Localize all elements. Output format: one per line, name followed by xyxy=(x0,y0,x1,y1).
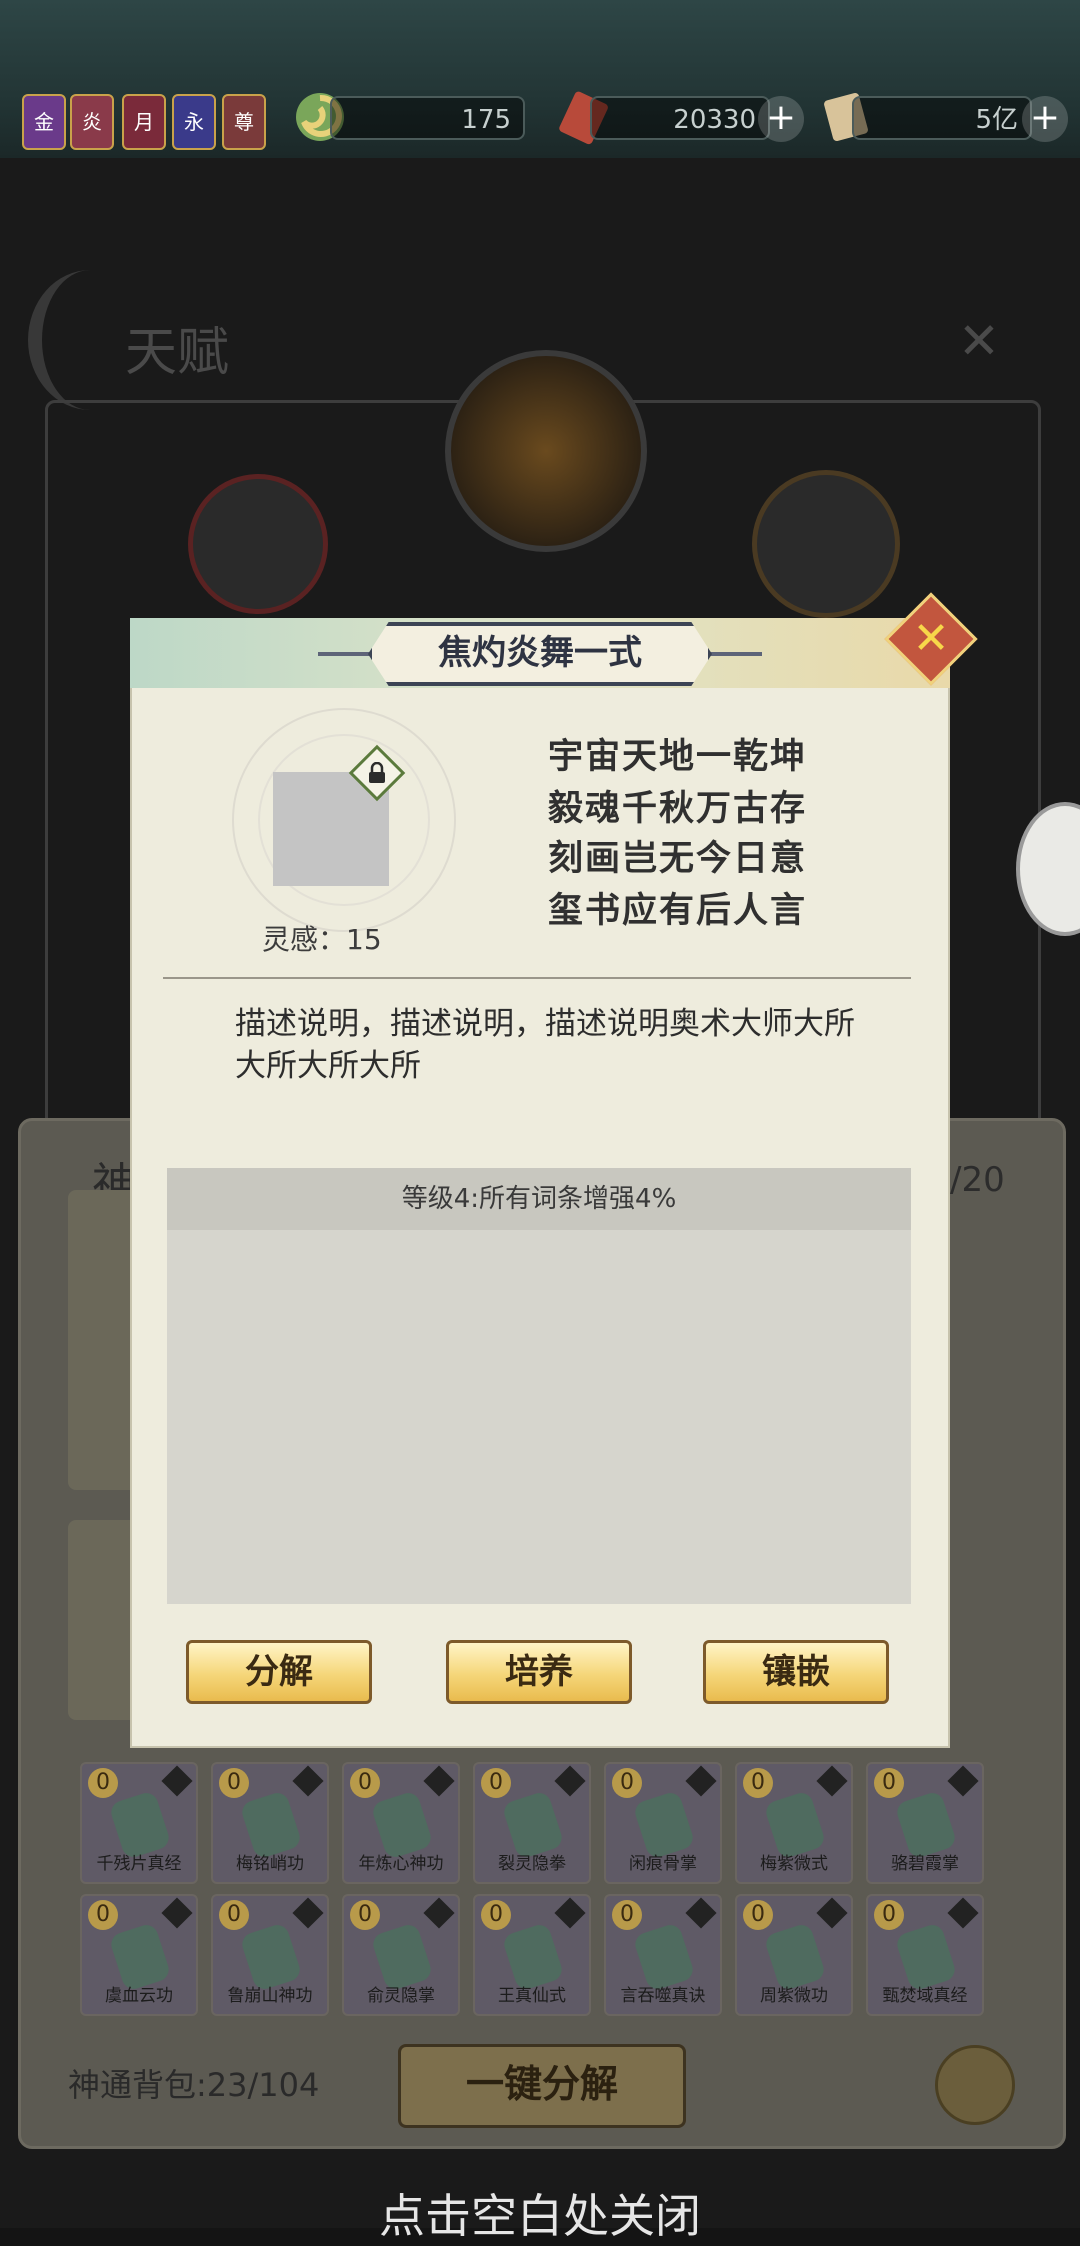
resource-jade-value: 175 xyxy=(330,96,525,140)
skill-card[interactable]: 0 王真仙式 xyxy=(473,1894,591,2016)
skill-card[interactable]: 0 闲痕骨掌 xyxy=(604,1762,722,1884)
skill-card[interactable]: 0 甄焚域真经 xyxy=(866,1894,984,2016)
skill-card[interactable]: 0 梅紫微式 xyxy=(735,1762,853,1884)
right-skill-orb[interactable] xyxy=(752,470,900,618)
card-count-badge: 0 xyxy=(350,1900,380,1930)
card-name: 甄焚域真经 xyxy=(882,1986,968,2006)
vip-badge-month[interactable]: 月 xyxy=(122,94,166,150)
inspiration-value: 灵感：15 xyxy=(262,923,382,956)
card-name: 梅铭峭功 xyxy=(236,1854,304,1874)
skill-card[interactable]: 0 周紫微功 xyxy=(735,1894,853,2016)
skill-card[interactable]: 0 言吞噬真诀 xyxy=(604,1894,722,2016)
card-lock-icon xyxy=(161,1897,193,1929)
card-count-badge: 0 xyxy=(219,1900,249,1930)
card-name: 年炼心神功 xyxy=(358,1854,444,1874)
card-lock-icon xyxy=(554,1897,586,1929)
card-count-badge: 0 xyxy=(874,1900,904,1930)
decompose-all-button[interactable]: 一键分解 xyxy=(398,2044,686,2128)
card-count-badge: 0 xyxy=(743,1768,773,1798)
left-skill-orb[interactable] xyxy=(188,474,328,614)
poem-line-1: 宇宙天地一乾坤 xyxy=(548,736,808,777)
popup-title: 焦灼炎舞一式 xyxy=(438,633,642,673)
divider xyxy=(163,977,911,979)
gear-icon[interactable] xyxy=(935,2045,1015,2125)
card-name: 梅紫微式 xyxy=(760,1854,828,1874)
card-name: 虞血云功 xyxy=(105,1986,173,2006)
talent-title: 天赋 xyxy=(125,323,230,383)
skill-card[interactable]: 0 千残片真经 xyxy=(80,1762,198,1884)
skill-card[interactable]: 0 鲁崩山神功 xyxy=(211,1894,329,2016)
card-count-badge: 0 xyxy=(88,1900,118,1930)
resource-book-value: 20330 xyxy=(590,96,770,140)
vip-badge-supreme[interactable]: 尊 xyxy=(222,94,266,150)
flame-skill-orb[interactable] xyxy=(445,350,647,552)
card-name: 王真仙式 xyxy=(498,1986,566,2006)
lock-icon xyxy=(369,762,385,783)
card-lock-icon xyxy=(292,1765,324,1797)
vip-badge-forever[interactable]: 永 xyxy=(172,94,216,150)
skill-card[interactable]: 0 年炼心神功 xyxy=(342,1762,460,1884)
card-lock-icon xyxy=(947,1897,979,1929)
card-count-badge: 0 xyxy=(481,1900,511,1930)
vip-badge-flame[interactable]: 炎 xyxy=(70,94,114,150)
bag-capacity-label: 神通背包:23/104 xyxy=(68,2066,320,2104)
close-hint-text: 点击空白处关闭 xyxy=(379,2189,701,2243)
skill-card[interactable]: 0 骆碧霞掌 xyxy=(866,1762,984,1884)
card-lock-icon xyxy=(423,1897,455,1929)
slot-count: /20 xyxy=(950,1160,1005,1200)
card-name: 骆碧霞掌 xyxy=(891,1854,959,1874)
card-count-badge: 0 xyxy=(874,1768,904,1798)
card-name: 闲痕骨掌 xyxy=(629,1854,697,1874)
card-count-badge: 0 xyxy=(743,1900,773,1930)
inlay-button[interactable]: 镶嵌 xyxy=(703,1640,889,1704)
cultivate-button[interactable]: 培养 xyxy=(446,1640,632,1704)
skill-description: 描述说明，描述说明，描述说明奥术大师大所大所大所大所 xyxy=(235,1006,855,1084)
add-book-button[interactable]: + xyxy=(758,96,804,142)
card-lock-icon xyxy=(685,1897,717,1929)
card-name: 俞灵隐掌 xyxy=(367,1986,435,2006)
poem-line-2: 毅魂千秋万古存 xyxy=(548,788,808,829)
card-lock-icon xyxy=(816,1897,848,1929)
add-scroll-button[interactable]: + xyxy=(1022,96,1068,142)
card-name: 裂灵隐拳 xyxy=(498,1854,566,1874)
skill-card[interactable]: 0 裂灵隐拳 xyxy=(473,1762,591,1884)
skill-card[interactable]: 0 虞血云功 xyxy=(80,1894,198,2016)
poem-line-3: 刻画岂无今日意 xyxy=(548,838,808,879)
card-name: 周紫微功 xyxy=(760,1986,828,2006)
vip-badge-gold[interactable]: 金 xyxy=(22,94,66,150)
card-lock-icon xyxy=(685,1765,717,1797)
effect-level-header: 等级4:所有词条增强4% xyxy=(167,1168,911,1230)
card-count-badge: 0 xyxy=(612,1900,642,1930)
decompose-button[interactable]: 分解 xyxy=(186,1640,372,1704)
card-name: 言吞噬真诀 xyxy=(620,1986,706,2006)
poem-line-4: 玺书应有后人言 xyxy=(548,890,808,931)
resource-scroll-value: 5亿 xyxy=(852,96,1032,140)
skill-card[interactable]: 0 俞灵隐掌 xyxy=(342,1894,460,2016)
card-lock-icon xyxy=(816,1765,848,1797)
card-lock-icon xyxy=(554,1765,586,1797)
card-lock-icon xyxy=(161,1765,193,1797)
effect-list-box[interactable] xyxy=(167,1168,911,1604)
card-lock-icon xyxy=(947,1765,979,1797)
card-lock-icon xyxy=(292,1897,324,1929)
card-name: 千残片真经 xyxy=(96,1854,182,1874)
background-close-icon[interactable]: ✕ xyxy=(958,312,1000,370)
close-icon[interactable]: ✕ xyxy=(898,606,964,672)
card-count-badge: 0 xyxy=(612,1768,642,1798)
card-count-badge: 0 xyxy=(219,1768,249,1798)
skill-card[interactable]: 0 梅铭峭功 xyxy=(211,1762,329,1884)
card-lock-icon xyxy=(423,1765,455,1797)
card-count-badge: 0 xyxy=(88,1768,118,1798)
card-name: 鲁崩山神功 xyxy=(227,1986,313,2006)
card-count-badge: 0 xyxy=(481,1768,511,1798)
card-count-badge: 0 xyxy=(350,1768,380,1798)
